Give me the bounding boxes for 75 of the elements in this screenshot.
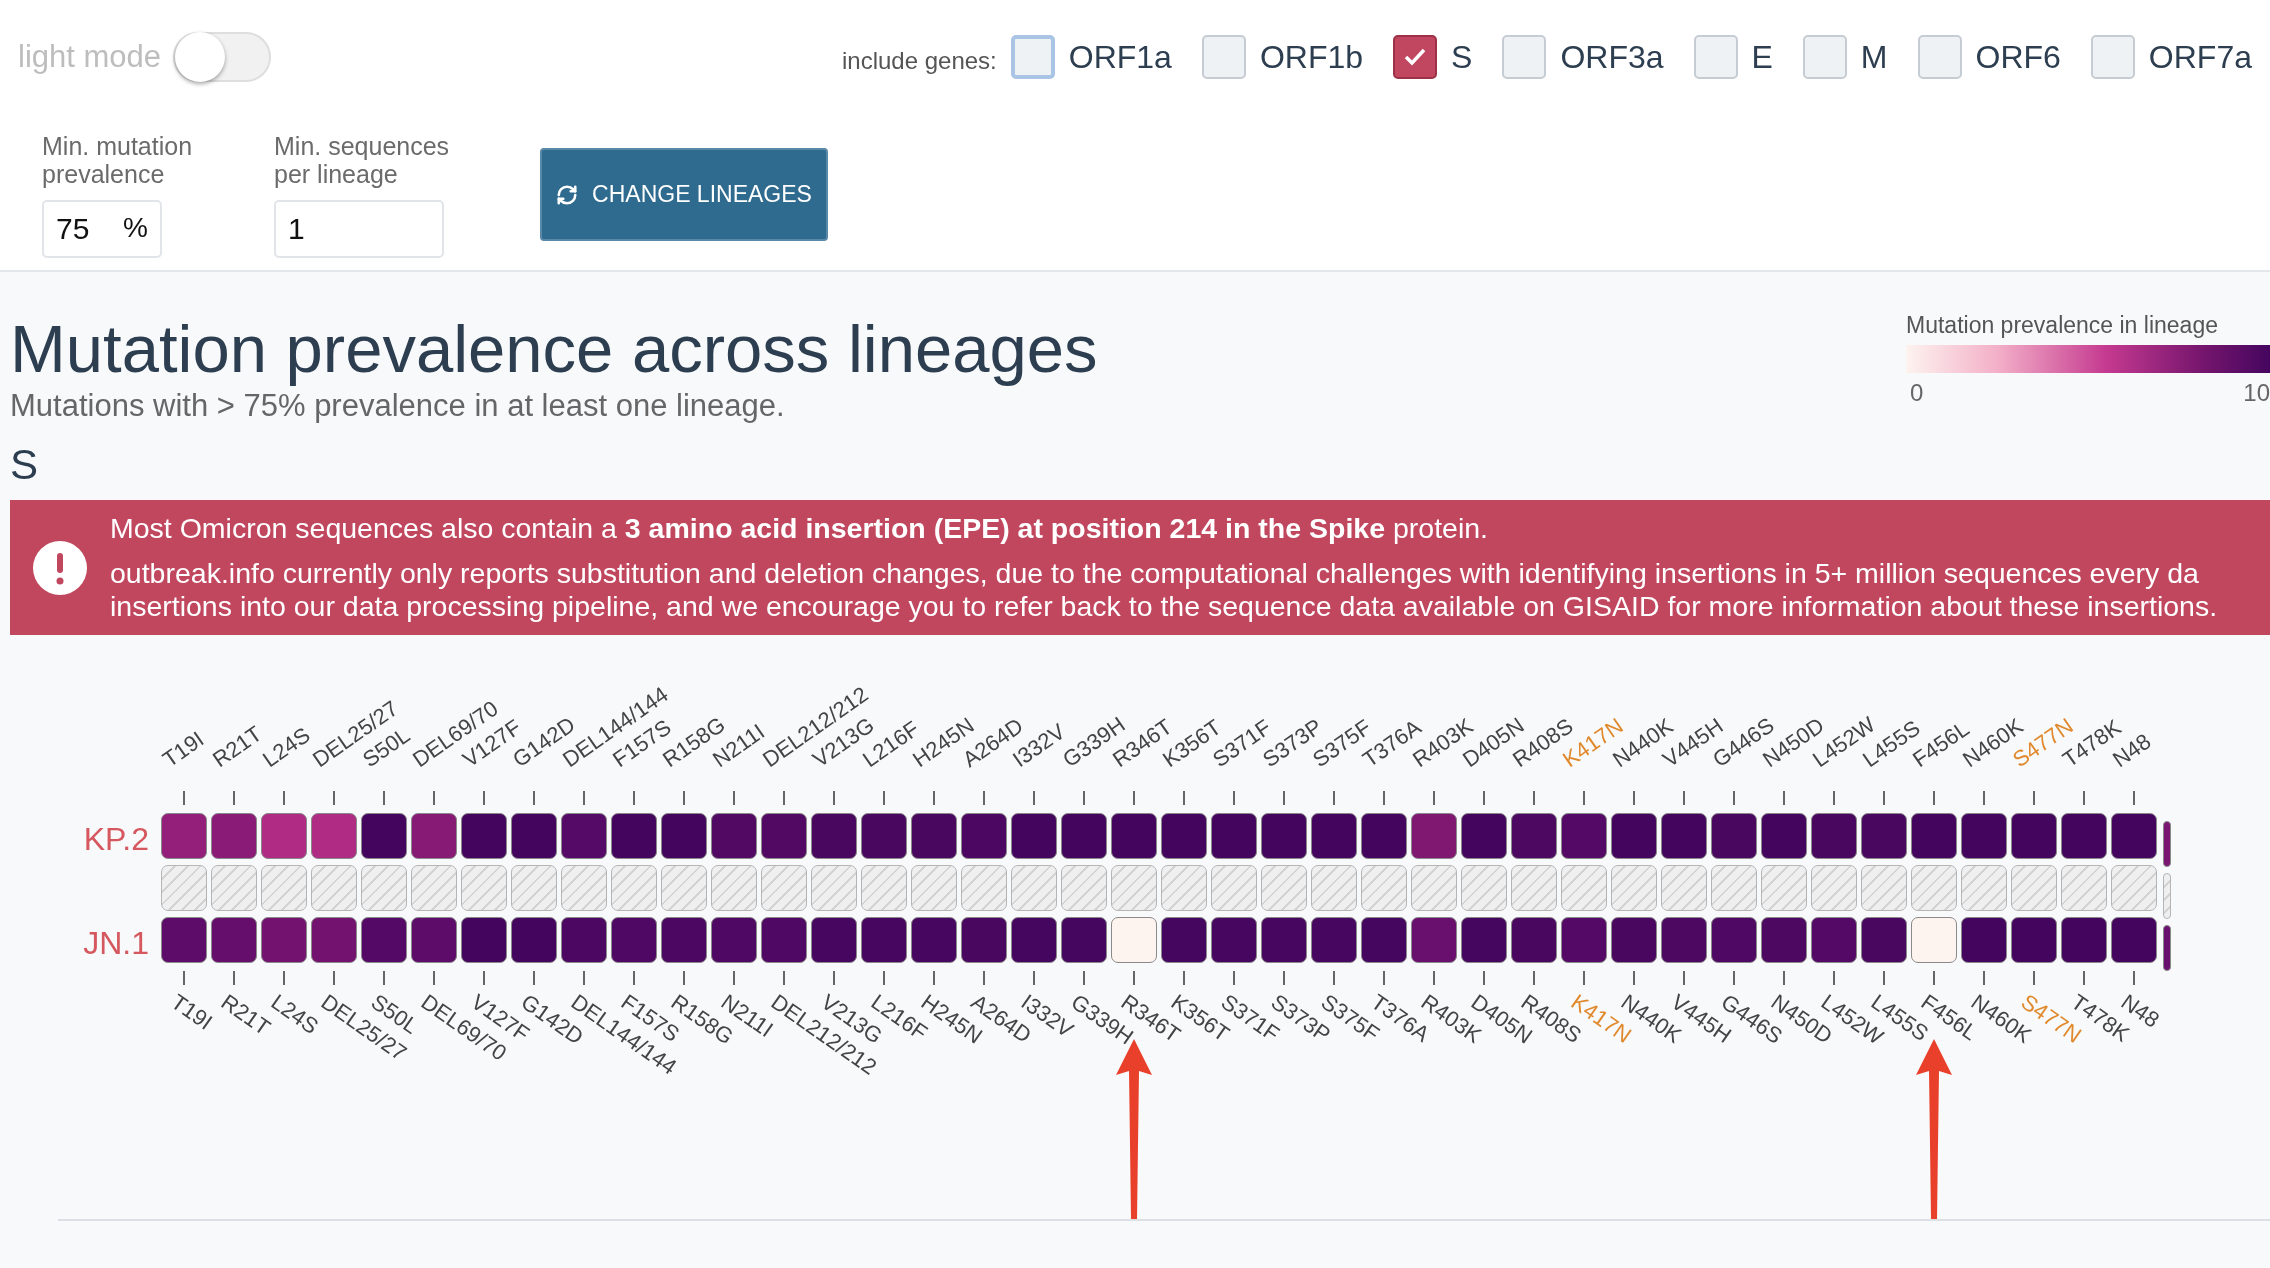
refresh-icon bbox=[556, 183, 579, 206]
field-label: Min. mutation prevalence bbox=[42, 132, 194, 188]
no-data-cell bbox=[2011, 865, 2057, 912]
no-data-cell bbox=[311, 865, 357, 912]
no-data-cell bbox=[1161, 865, 1207, 912]
no-data-cell bbox=[511, 865, 557, 912]
banner-text: insertions into our data processing pipeline, and we encourage you to refer back to the sequence data available on GISAID for more information about these insertions. bbox=[110, 589, 2218, 623]
no-data-cell bbox=[161, 865, 207, 912]
checkbox-label: ORF3a bbox=[1560, 38, 1664, 76]
no-data-cell bbox=[2061, 865, 2107, 912]
legend-title: Mutation prevalence in lineage bbox=[1906, 312, 2219, 339]
mode-label: light mode bbox=[18, 39, 162, 75]
no-data-cell bbox=[1861, 865, 1907, 912]
no-data-cell bbox=[1361, 865, 1407, 912]
no-data-cell bbox=[1311, 865, 1357, 912]
checkbox-label: ORF1b bbox=[1259, 38, 1364, 76]
no-data-cell bbox=[1261, 865, 1307, 912]
alert-icon bbox=[33, 540, 87, 595]
checkbox[interactable] bbox=[1393, 35, 1438, 79]
no-data-cell bbox=[1661, 865, 1707, 912]
no-data-cell bbox=[1461, 865, 1507, 912]
no-data-cell bbox=[561, 865, 607, 912]
no-data-cell bbox=[2163, 873, 2171, 920]
checkbox[interactable] bbox=[1010, 35, 1055, 79]
no-data-cell bbox=[1961, 865, 2007, 912]
no-data-cell bbox=[711, 865, 757, 912]
no-data-cell bbox=[661, 865, 707, 912]
no-data-cell bbox=[1011, 865, 1057, 912]
no-data-cell bbox=[861, 865, 907, 912]
checkbox-label: ORF6 bbox=[1975, 38, 2061, 76]
legend-tick: 10 bbox=[2243, 379, 2270, 407]
banner-text: outbreak.info currently only reports substitution and deletion changes, due to the computational challenges with identifying insertions in 5+ million sequences every da bbox=[110, 557, 2200, 590]
no-data-cell bbox=[411, 865, 457, 912]
change-lineages-button[interactable]: CHANGE LINEAGES bbox=[540, 148, 828, 241]
checkbox-label: S bbox=[1451, 38, 1473, 76]
genes-label: include genes: bbox=[841, 47, 997, 75]
no-data-cell bbox=[211, 865, 257, 912]
checkbox-label: ORF1a bbox=[1068, 38, 1172, 76]
banner-text: Most Omicron sequences also contain a 3 amino acid insertion (EPE) at position 214 in the Spike protein. bbox=[110, 512, 1489, 546]
unit-label: % bbox=[123, 212, 148, 244]
no-data-cell bbox=[1711, 865, 1757, 912]
no-data-cell bbox=[261, 865, 307, 912]
no-data-cell bbox=[461, 865, 507, 912]
no-data-cell bbox=[2111, 865, 2157, 912]
no-data-cell bbox=[611, 865, 657, 912]
no-data-cell bbox=[811, 865, 857, 912]
no-data-cell bbox=[1911, 865, 1957, 912]
page-subtitle: Mutations with > 75% prevalence in at least one lineage. bbox=[10, 387, 786, 424]
checkbox-label: ORF7a bbox=[2148, 38, 2252, 76]
toggle-switch[interactable] bbox=[173, 32, 272, 82]
legend-tick: 0 bbox=[1910, 379, 1924, 407]
no-data-cell bbox=[1761, 865, 1807, 912]
no-data-cell bbox=[1611, 865, 1657, 912]
no-data-cell bbox=[911, 865, 957, 912]
no-data-cell bbox=[1411, 865, 1457, 912]
input-field[interactable]: 1 bbox=[274, 200, 444, 258]
checkbox-label: E bbox=[1751, 38, 1773, 76]
lineage-label: JN.1 bbox=[83, 924, 149, 962]
no-data-cell bbox=[361, 865, 407, 912]
no-data-cell bbox=[1511, 865, 1557, 912]
check-icon bbox=[1403, 47, 1428, 67]
gene-heading: S bbox=[10, 439, 39, 490]
no-data-cell bbox=[1211, 865, 1257, 912]
no-data-cell bbox=[761, 865, 807, 912]
mutation-label: T19I bbox=[158, 726, 210, 774]
checkbox-label: M bbox=[1860, 38, 1888, 76]
no-data-cell bbox=[1561, 865, 1607, 912]
mutation-label: T19I bbox=[166, 989, 218, 1036]
no-data-cell bbox=[1061, 865, 1107, 912]
lineage-label: KP.2 bbox=[83, 820, 149, 858]
no-data-cell bbox=[1111, 865, 1157, 912]
no-data-cell bbox=[1811, 865, 1857, 912]
no-data-cell bbox=[961, 865, 1007, 912]
field-label: Min. sequences per lineage bbox=[274, 132, 451, 188]
page-title: Mutation prevalence across lineages bbox=[10, 312, 1098, 386]
